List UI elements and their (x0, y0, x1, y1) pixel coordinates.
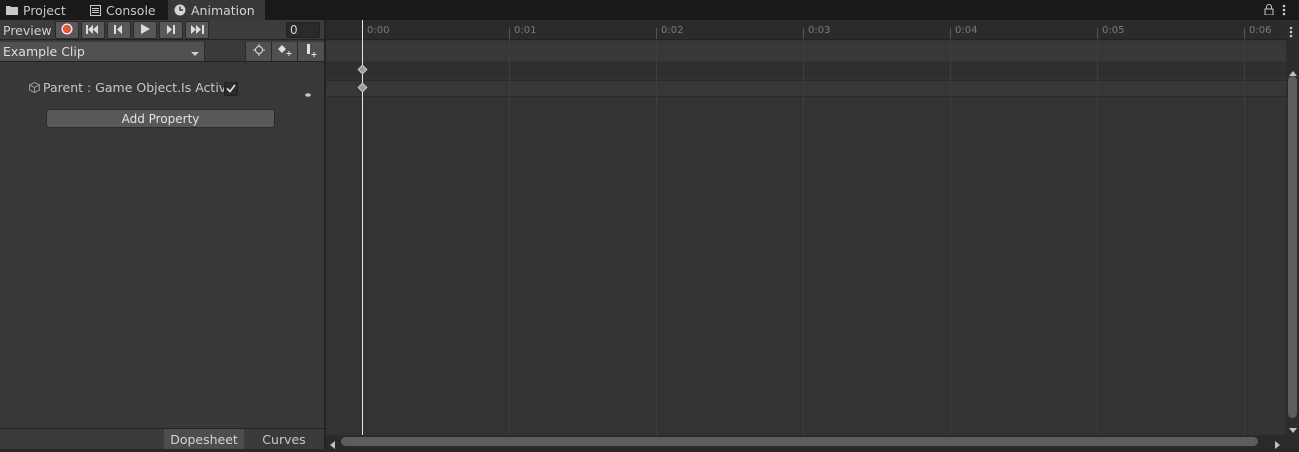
time-gridline (803, 28, 804, 435)
keyframe-dot-icon[interactable] (305, 86, 311, 100)
time-gridline (1244, 28, 1245, 435)
next-key-icon (166, 23, 176, 37)
time-tick-label: 0:00 (367, 25, 390, 36)
preview-toggle[interactable]: Preview (0, 20, 52, 40)
tab-curves-label: Curves (262, 431, 306, 447)
console-icon (90, 4, 101, 16)
next-key-button[interactable] (159, 21, 183, 39)
time-tickmark (950, 28, 951, 38)
frame-number-field[interactable]: 0 (286, 22, 320, 38)
tab-curves[interactable]: Curves (244, 429, 324, 449)
time-tickmark (803, 28, 804, 38)
property-active-checkbox[interactable] (224, 82, 238, 96)
add-keyframe-icon (277, 44, 292, 59)
tab-animation-label: Animation (191, 2, 255, 18)
filter-selection-button[interactable] (245, 42, 271, 61)
prev-key-icon (114, 23, 124, 37)
chevron-down-icon (191, 46, 199, 61)
add-property-button[interactable]: Add Property (46, 109, 275, 128)
lock-icon[interactable] (1264, 4, 1274, 18)
add-property-label: Add Property (121, 111, 200, 126)
summary-track[interactable] (326, 41, 1286, 61)
record-button[interactable] (55, 21, 79, 39)
summary-key-lane[interactable] (326, 61, 1286, 78)
tab-console[interactable]: Console (84, 0, 168, 20)
window-menu-icon[interactable] (1282, 4, 1286, 19)
clip-dropdown-value: Example Clip (3, 44, 85, 59)
checkmark-icon (226, 82, 236, 96)
gameobject-cube-icon (29, 81, 40, 96)
timeline-menu-icon[interactable] (1289, 26, 1293, 41)
prev-key-button[interactable] (107, 21, 131, 39)
play-button[interactable] (133, 21, 157, 39)
time-tick-label: 0:05 (1102, 25, 1125, 36)
play-icon (140, 23, 150, 37)
add-event-icon (305, 43, 317, 60)
tab-animation[interactable]: Animation (168, 0, 265, 20)
time-tick-label: 0:01 (514, 25, 537, 36)
scroll-left-arrow-icon[interactable] (330, 438, 336, 452)
last-key-icon (190, 23, 204, 37)
time-tick-label: 0:06 (1249, 25, 1272, 36)
time-gridline (656, 28, 657, 435)
last-key-button[interactable] (185, 21, 209, 39)
folder-icon (6, 5, 18, 15)
time-tick-label: 0:03 (808, 25, 831, 36)
tab-project-label: Project (23, 2, 66, 18)
animation-clock-icon (174, 4, 186, 16)
time-gridline (950, 28, 951, 435)
time-ruler[interactable] (326, 20, 1286, 40)
crosshair-icon (252, 44, 265, 59)
tab-dopesheet[interactable]: Dopesheet (164, 429, 244, 449)
first-key-icon (86, 23, 100, 37)
clip-dropdown[interactable]: Example Clip (0, 42, 205, 61)
horizontal-scroll-thumb[interactable] (341, 437, 1258, 446)
time-tick-label: 0:02 (661, 25, 684, 36)
tab-project[interactable]: Project (0, 0, 84, 20)
time-tickmark (1244, 28, 1245, 38)
tab-dopesheet-label: Dopesheet (170, 431, 238, 447)
time-tick-label: 0:04 (955, 25, 978, 36)
frame-number-value: 0 (290, 23, 298, 37)
add-event-button[interactable] (297, 42, 324, 61)
property-key-lane[interactable] (326, 80, 1286, 97)
property-label: Parent : Game Object.Is Active (43, 80, 234, 95)
time-tickmark (509, 28, 510, 38)
time-tickmark (1097, 28, 1098, 38)
time-gridline (1097, 28, 1098, 435)
scroll-right-arrow-icon[interactable] (1275, 438, 1281, 452)
tab-console-label: Console (106, 2, 156, 18)
preview-label: Preview (3, 22, 52, 38)
add-keyframe-button[interactable] (271, 42, 297, 61)
vertical-scroll-thumb[interactable] (1288, 76, 1297, 418)
record-icon (61, 23, 73, 38)
time-tickmark (656, 28, 657, 38)
time-gridline (509, 28, 510, 435)
first-key-button[interactable] (81, 21, 105, 39)
